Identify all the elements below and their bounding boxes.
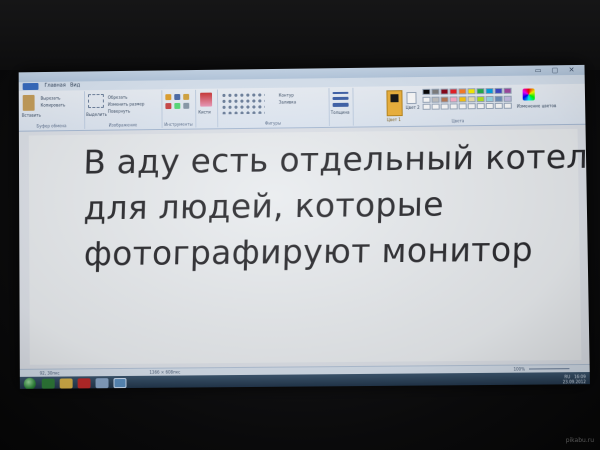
palette-swatch[interactable] [494, 87, 503, 94]
color-palette [422, 87, 515, 111]
palette-swatch[interactable] [476, 95, 485, 102]
group-label: Инструменты [164, 121, 193, 127]
select-icon[interactable] [87, 93, 104, 109]
canvas-text-line: для людей, которые [83, 184, 445, 228]
copy-button[interactable]: Копировать [41, 102, 66, 107]
brush-icon[interactable] [200, 92, 213, 107]
eraser-icon[interactable] [165, 103, 172, 110]
palette-swatch[interactable] [467, 95, 476, 102]
canvas-text-line: фотографируют монитор [83, 229, 534, 274]
tab-home[interactable]: Главная [44, 83, 65, 89]
select-button[interactable]: Выделить [86, 112, 107, 117]
palette-swatch[interactable] [476, 103, 485, 110]
palette-swatch[interactable] [476, 88, 485, 95]
canvas-area: В аду есть отдельный котел для людей, ко… [18, 124, 590, 369]
taskbar-app-icon[interactable] [41, 378, 55, 389]
palette-swatch[interactable] [422, 104, 431, 111]
start-button[interactable] [23, 377, 36, 389]
group-label: Буфер обмена [36, 123, 67, 129]
palette-swatch[interactable] [422, 96, 431, 103]
palette-swatch[interactable] [503, 95, 512, 102]
size-line-icon[interactable] [332, 91, 349, 95]
palette-swatch[interactable] [494, 95, 503, 102]
size-line-icon[interactable] [332, 102, 349, 107]
palette-swatch[interactable] [458, 95, 467, 103]
color1-selector[interactable] [386, 90, 403, 117]
palette-swatch[interactable] [440, 96, 449, 103]
group-label: Цвета [451, 118, 465, 124]
palette-swatch[interactable] [449, 103, 458, 110]
palette-swatch[interactable] [422, 88, 431, 95]
size-button[interactable]: Толщина [331, 110, 350, 115]
group-tools: Инструменты [161, 89, 197, 128]
palette-swatch[interactable] [440, 88, 449, 95]
canvas-text-line: В аду есть отдельный котел [82, 136, 589, 182]
picker-icon[interactable] [174, 102, 181, 109]
text-tool-icon[interactable] [183, 93, 190, 100]
magnifier-icon[interactable] [183, 102, 190, 109]
size-line-icon[interactable] [332, 96, 349, 101]
palette-swatch[interactable] [458, 88, 467, 95]
edit-colors-button[interactable]: Изменение цветов [517, 103, 557, 108]
monitor-bezel [0, 0, 600, 70]
palette-swatch[interactable] [503, 87, 512, 94]
taskbar-app-icon[interactable] [95, 378, 109, 389]
group-shapes: Контур Заливка Фигуры [216, 88, 330, 128]
cut-button[interactable]: Вырезать [40, 96, 60, 101]
palette-swatch[interactable] [431, 88, 440, 95]
palette-swatch[interactable] [503, 103, 512, 110]
opera-icon[interactable] [77, 378, 91, 389]
resize-button[interactable]: Изменить размер [108, 101, 145, 106]
tab-view[interactable]: Вид [70, 82, 80, 88]
palette-swatch[interactable] [449, 96, 458, 103]
palette-swatch[interactable] [449, 88, 458, 95]
palette-swatch[interactable] [458, 103, 467, 110]
paste-icon[interactable] [22, 94, 35, 111]
system-tray: RU 16:09 23.09.2012 [563, 374, 586, 384]
color2-selector[interactable] [406, 91, 417, 105]
shapes-gallery[interactable] [220, 91, 265, 115]
group-image: Выделить Обрезать Изменить размер Поверн… [84, 90, 163, 129]
fill-button[interactable]: Заливка [279, 99, 296, 104]
window-controls[interactable]: ▭ ▢ ✕ [535, 66, 579, 75]
palette-swatch[interactable] [494, 103, 503, 110]
brushes-button[interactable]: Кисти [198, 109, 211, 114]
outline-button[interactable]: Контур [279, 93, 294, 98]
palette-swatch[interactable] [431, 96, 440, 103]
rotate-button[interactable]: Повернуть [108, 109, 130, 114]
drawing-canvas[interactable]: В аду есть отдельный котел для людей, ко… [28, 128, 588, 365]
zoom-level: 100% [513, 366, 526, 372]
palette-swatch[interactable] [485, 103, 494, 110]
color1-swatch [390, 94, 399, 103]
folder-icon[interactable] [59, 378, 73, 389]
zoom-slider[interactable] [529, 368, 570, 370]
palette-swatch[interactable] [467, 88, 476, 95]
crop-button[interactable]: Обрезать [108, 95, 128, 100]
group-size: Толщина [328, 87, 354, 126]
group-brushes: Кисти [195, 89, 219, 128]
palette-swatch[interactable] [467, 103, 476, 110]
watermark: pikabu.ru [565, 437, 594, 444]
palette-swatch[interactable] [485, 95, 494, 102]
monitor-screen: ▭ ▢ ✕ Главная Вид Вставить Вырезать Копи… [18, 64, 590, 389]
palette-swatch[interactable] [440, 103, 449, 110]
paste-button[interactable]: Вставить [22, 113, 41, 118]
ribbon: Вставить Вырезать Копировать Буфер обмен… [18, 83, 586, 132]
palette-swatch[interactable] [485, 87, 494, 95]
cursor-position: 92, 30пкс [39, 370, 60, 376]
paint-taskbar-icon[interactable] [113, 377, 127, 389]
color2-label: Цвет 2 [405, 104, 420, 111]
group-label: Фигуры [264, 120, 282, 126]
edit-colors-icon[interactable] [522, 88, 535, 101]
clock-date[interactable]: 23.09.2012 [563, 379, 586, 384]
group-clipboard: Вставить Вырезать Копировать Буфер обмен… [18, 91, 86, 130]
pencil-icon[interactable] [165, 94, 172, 101]
group-label: Изображение [108, 122, 138, 128]
file-menu-button[interactable] [22, 82, 39, 91]
palette-swatch[interactable] [431, 103, 440, 111]
fill-icon[interactable] [174, 94, 181, 101]
image-size: 1366 × 608пкс [149, 369, 181, 375]
group-colors: Цвет 1 Цвет 2 Изменение цветов Цвета [352, 85, 563, 126]
